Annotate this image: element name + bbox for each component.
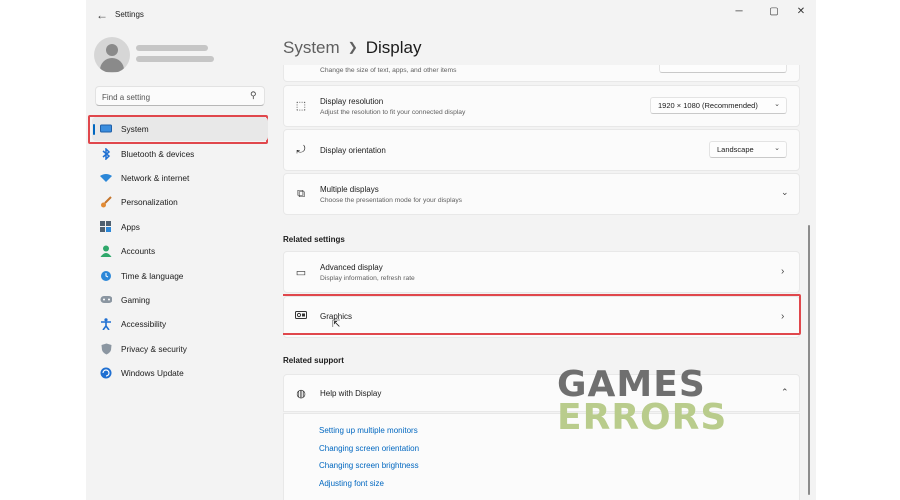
globe-clock-icon	[100, 270, 112, 282]
card-subtitle: Display information, refresh rate	[320, 275, 415, 282]
card-title: Advanced display	[320, 263, 383, 272]
card-subtitle: Change the size of text, apps, and other…	[320, 67, 457, 74]
person-icon	[100, 245, 112, 258]
breadcrumb: System ❯ Display	[283, 38, 422, 58]
sidebar-item-apps[interactable]: Apps	[92, 215, 268, 239]
chevron-right-icon: ❯	[347, 40, 358, 54]
sidebar-item-label: Privacy & security	[121, 343, 187, 354]
search-input[interactable]	[96, 88, 236, 107]
breadcrumb-parent[interactable]: System	[283, 38, 340, 57]
avatar-head	[106, 44, 118, 56]
resize-icon: ⬚	[295, 100, 307, 112]
sidebar-item-time-language[interactable]: Time & language	[92, 263, 268, 287]
orientation-card[interactable]: ⤾ Display orientation Landscape ⌄	[283, 129, 800, 171]
card-subtitle: Choose the presentation mode for your di…	[320, 197, 463, 204]
help-link-font-size[interactable]: Adjusting font size	[319, 478, 419, 496]
help-link-screen-brightness[interactable]: Changing screen brightness	[319, 460, 419, 478]
avatar-body	[100, 58, 124, 72]
minimize-button[interactable]: ─	[727, 4, 751, 20]
apps-icon	[100, 220, 112, 233]
chevron-down-icon: ⌄	[774, 145, 780, 152]
graphics-highlight-box	[283, 294, 801, 335]
multiple-displays-card[interactable]: ⧉ Multiple displays Choose the presentat…	[283, 173, 800, 215]
help-link-multiple-monitors[interactable]: Setting up multiple monitors	[319, 425, 419, 443]
sidebar-item-label: Apps	[121, 221, 140, 232]
maximize-button[interactable]: ▢	[762, 4, 786, 20]
sidebar-item-system[interactable]: System	[92, 117, 268, 142]
search-icon[interactable]: ⚲	[250, 90, 257, 101]
sidebar-item-gaming[interactable]: Gaming	[92, 288, 268, 312]
monitor-icon: ▭	[295, 267, 307, 279]
close-button[interactable]: ✕	[789, 4, 813, 20]
update-icon	[100, 367, 112, 379]
sidebar-item-bluetooth[interactable]: Bluetooth & devices	[92, 141, 268, 165]
sidebar-item-label: Windows Update	[121, 368, 184, 379]
card-subtitle: Adjust the resolution to fit your connec…	[320, 109, 466, 116]
sidebar-item-label: System	[121, 124, 149, 135]
card-title: Display resolution	[320, 97, 384, 106]
brush-icon	[100, 196, 112, 208]
sidebar: ⚲ System Bluetooth & devices Network & i…	[86, 30, 276, 500]
sidebar-item-label: Network & internet	[121, 172, 190, 183]
related-settings-heading: Related settings	[283, 235, 345, 244]
card-title: Display orientation	[320, 146, 386, 155]
resolution-card[interactable]: ⬚ Display resolution Adjust the resoluti…	[283, 85, 800, 127]
chevron-up-icon[interactable]: ⌃	[781, 387, 789, 398]
bluetooth-icon	[100, 147, 112, 160]
sidebar-item-label: Bluetooth & devices	[121, 148, 195, 159]
watermark-logo: GAMES ERRORS	[557, 367, 728, 438]
sidebar-item-label: Personalization	[121, 197, 178, 208]
related-support-heading: Related support	[283, 356, 344, 365]
wifi-icon	[100, 172, 112, 184]
scale-card[interactable]: Change the size of text, apps, and other…	[283, 65, 800, 82]
gamepad-icon	[100, 294, 112, 306]
accessibility-icon	[100, 318, 112, 331]
sidebar-item-privacy[interactable]: Privacy & security	[92, 337, 268, 361]
sidebar-item-accessibility[interactable]: Accessibility	[92, 312, 268, 336]
sidebar-item-label: Gaming	[121, 294, 151, 305]
help-links: Setting up multiple monitors Changing sc…	[319, 425, 419, 495]
sidebar-item-personalization[interactable]: Personalization	[92, 190, 268, 214]
orientation-dropdown[interactable]: Landscape ⌄	[709, 141, 787, 158]
chevron-down-icon: ⌄	[774, 101, 780, 108]
app-title: Settings	[115, 10, 144, 19]
sidebar-item-accounts[interactable]: Accounts	[92, 239, 268, 263]
globe-icon: ◍	[296, 388, 306, 400]
watermark-line-2: ERRORS	[557, 397, 728, 438]
back-arrow-icon[interactable]: ←	[94, 7, 110, 23]
dropdown-value: Landscape	[717, 145, 754, 154]
user-name-blurred	[136, 45, 208, 51]
sidebar-item-windows-update[interactable]: Windows Update	[92, 361, 268, 385]
sidebar-item-label: Accounts	[121, 246, 156, 257]
shield-icon	[100, 343, 112, 355]
user-email-blurred	[136, 56, 214, 62]
advanced-display-card[interactable]: ▭ Advanced display Display information, …	[283, 251, 800, 293]
sidebar-item-network[interactable]: Network & internet	[92, 166, 268, 190]
card-title: Multiple displays	[320, 185, 379, 194]
display-icon	[100, 123, 112, 135]
dropdown-value: 1920 × 1080 (Recommended)	[658, 101, 758, 110]
sidebar-item-label: Time & language	[121, 270, 184, 281]
avatar[interactable]	[94, 37, 130, 73]
scale-dropdown[interactable]	[659, 65, 787, 73]
chevron-down-icon[interactable]: ⌄	[781, 187, 789, 198]
page-title: Display	[365, 38, 422, 57]
card-title: Help with Display	[320, 389, 382, 398]
multiple-displays-icon: ⧉	[297, 188, 305, 200]
rotate-display-icon: ⤾	[296, 144, 306, 156]
sidebar-item-label: Accessibility	[121, 319, 167, 330]
content-pane: System ❯ Display Change the size of text, …	[283, 30, 816, 500]
title-bar: ← Settings ─ ▢ ✕	[86, 0, 816, 30]
sidebar-nav: System Bluetooth & devices Network & int…	[92, 117, 268, 385]
search-box[interactable]: ⚲	[95, 86, 265, 107]
resolution-dropdown[interactable]: 1920 × 1080 (Recommended) ⌄	[650, 97, 787, 114]
vertical-scrollbar[interactable]	[808, 225, 810, 495]
chevron-right-icon: ›	[781, 266, 785, 277]
help-link-screen-orientation[interactable]: Changing screen orientation	[319, 443, 419, 461]
